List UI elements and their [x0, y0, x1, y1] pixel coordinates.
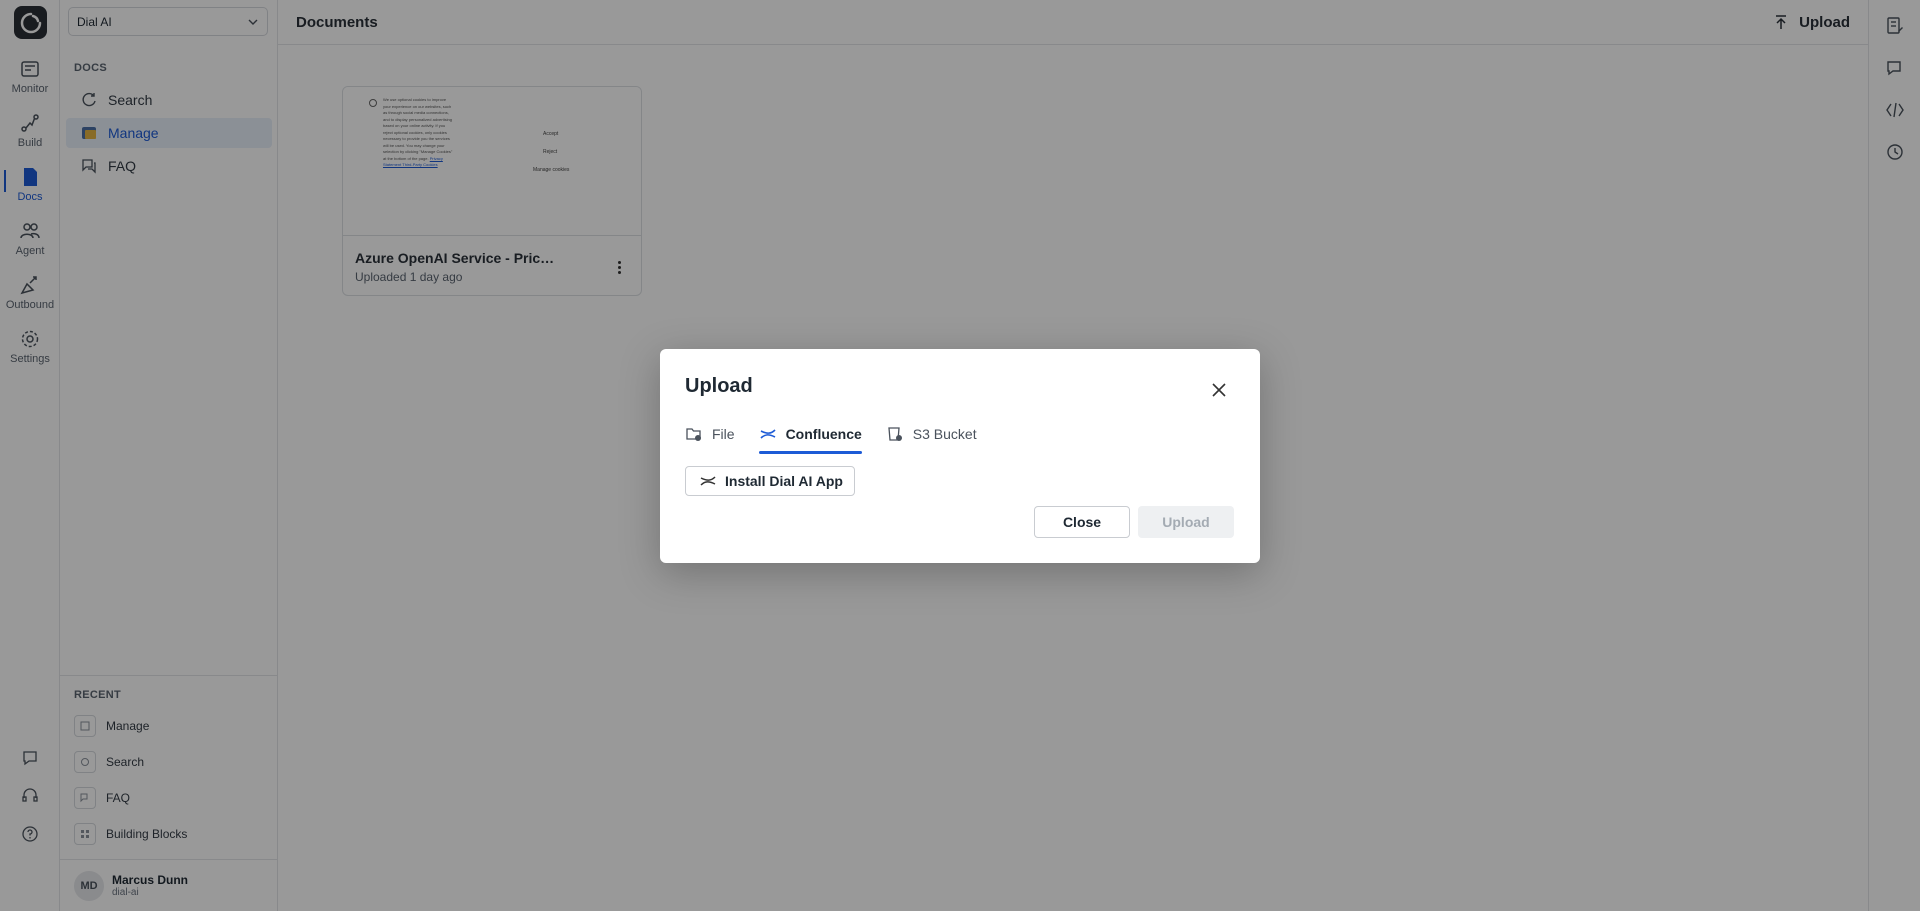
dialog-title: Upload: [685, 375, 753, 397]
upload-tabs: File Confluence S3 Bucket: [685, 421, 1001, 454]
tab-s3-bucket[interactable]: S3 Bucket: [886, 421, 977, 451]
upload-submit-button[interactable]: Upload: [1138, 506, 1234, 538]
s3-bucket-icon: [888, 427, 902, 441]
tab-label: File: [712, 426, 735, 442]
tab-label: S3 Bucket: [912, 426, 977, 442]
close-icon[interactable]: [1208, 379, 1230, 401]
upload-dialog: Upload File Confluence S3 Bucket Install…: [660, 349, 1260, 563]
close-button[interactable]: Close: [1034, 506, 1130, 538]
tab-label: Confluence: [785, 426, 862, 442]
tab-confluence[interactable]: Confluence: [758, 421, 863, 454]
file-folder-icon: [686, 428, 701, 441]
install-button-label: Install Dial AI App: [725, 473, 843, 489]
confluence-icon: [759, 429, 776, 439]
install-app-button[interactable]: Install Dial AI App: [685, 466, 855, 496]
tab-file[interactable]: File: [685, 421, 735, 451]
confluence-icon: [700, 476, 716, 486]
